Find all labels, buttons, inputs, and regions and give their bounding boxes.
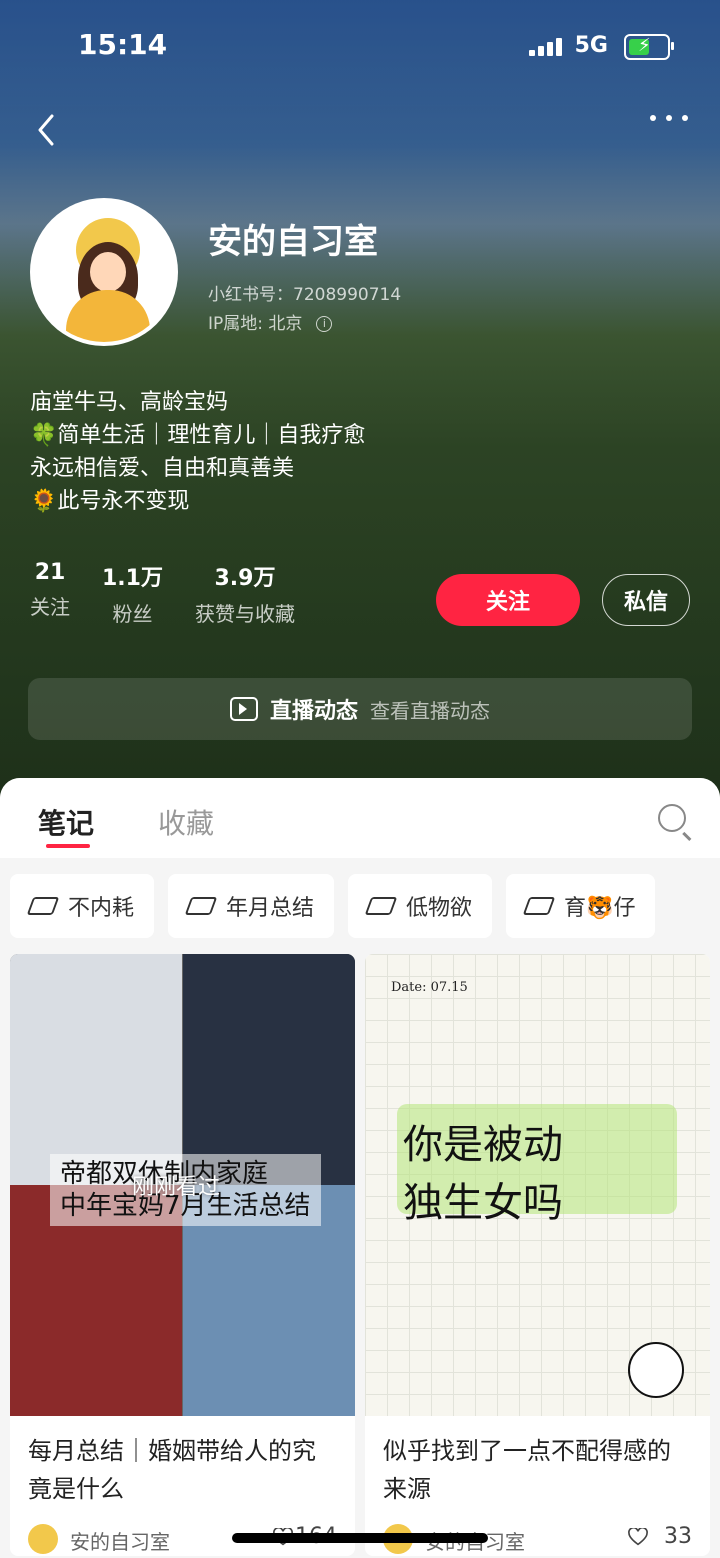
stat-number: 1.1万 <box>102 566 163 591</box>
stat-number: 3.9万 <box>214 566 276 591</box>
tab-bar: 笔记 收藏 <box>0 778 720 858</box>
ip-location: IP属地: 北京 i <box>208 309 333 334</box>
back-icon[interactable] <box>30 110 70 150</box>
handwriting-line: 你是被动 <box>403 1122 563 1168</box>
content-panel: 笔记 收藏 不内耗 年月总结 低物欲 育🐯仔 帝都双休制内家庭 中年宝妈7月生活… <box>0 778 720 1558</box>
recently-viewed-label: 刚刚看过 <box>132 1175 221 1200</box>
live-camera-icon <box>229 697 258 721</box>
heart-icon[interactable] <box>628 1528 648 1546</box>
message-button[interactable]: 私信 <box>602 574 690 626</box>
stat-number: 21 <box>34 560 66 585</box>
stat-followers[interactable]: 1.1万 粉丝 <box>102 560 163 627</box>
live-subtitle: 查看直播动态 <box>370 698 490 723</box>
profile-page: 15:14 5G ⚡ 安的自习室 小红书号：7208990714 IP属地: 北… <box>0 0 720 1558</box>
note-card[interactable]: Date: 07.15 你是被动 独生女吗 似乎找到了一点不配得感的来源 安的自… <box>365 954 710 1556</box>
layers-icon <box>522 897 556 915</box>
chip-label: 年月总结 <box>226 896 315 921</box>
note-title: 似乎找到了一点不配得感的来源 <box>383 1437 671 1503</box>
more-icon[interactable] <box>650 115 688 121</box>
follow-button[interactable]: 关注 <box>436 574 580 626</box>
chip-collection[interactable]: 低物欲 <box>348 874 493 938</box>
collection-chips: 不内耗 年月总结 低物欲 育🐯仔 <box>10 874 656 938</box>
bio-line: 🍀简单生活｜理性育儿｜自我疗愈 <box>30 423 366 448</box>
tab-underline <box>46 844 90 848</box>
handwriting-line: 独生女吗 <box>403 1180 563 1226</box>
note-cover-image: 帝都双休制内家庭 中年宝妈7月生活总结 刚刚看过 <box>10 954 355 1416</box>
chip-label: 不内耗 <box>68 896 135 921</box>
avatar[interactable] <box>30 198 178 346</box>
layers-icon <box>184 897 218 915</box>
live-title: 直播动态 <box>269 699 358 724</box>
bio-line: 庙堂牛马、高龄宝妈 <box>30 390 229 415</box>
author-name: 安的自习室 <box>70 1530 170 1554</box>
note-card[interactable]: 帝都双休制内家庭 中年宝妈7月生活总结 刚刚看过 每月总结｜婚姻带给人的究竟是什… <box>10 954 355 1556</box>
battery-icon: ⚡ <box>624 34 674 60</box>
chip-collection[interactable]: 不内耗 <box>10 874 155 938</box>
status-time: 15:14 <box>78 28 168 61</box>
home-indicator[interactable] <box>232 1533 488 1543</box>
bio: 庙堂牛马、高龄宝妈 🍀简单生活｜理性育儿｜自我疗愈 永远相信爱、自由和真善美 🌻… <box>30 386 365 518</box>
redbook-id: 小红书号：7208990714 <box>208 285 402 305</box>
layers-icon <box>364 897 398 915</box>
stat-label: 粉丝 <box>112 602 153 626</box>
author-avatar <box>28 1524 58 1554</box>
bio-line: 永远相信爱、自由和真善美 <box>30 456 295 481</box>
smiley-icon <box>628 1342 684 1398</box>
info-icon[interactable]: i <box>316 316 333 332</box>
profile-stats: 21 关注 1.1万 粉丝 3.9万 获赞与收藏 <box>30 560 327 627</box>
stat-label: 获赞与收藏 <box>194 602 295 626</box>
network-label: 5G <box>574 33 608 58</box>
notes-grid: 帝都双休制内家庭 中年宝妈7月生活总结 刚刚看过 每月总结｜婚姻带给人的究竟是什… <box>10 954 710 1556</box>
tab-notes[interactable]: 笔记 <box>38 802 94 842</box>
profile-name: 安的自习室 <box>208 222 378 262</box>
search-icon[interactable] <box>658 804 686 832</box>
ip-location-text: IP属地: 北京 <box>208 314 303 334</box>
stat-following[interactable]: 21 关注 <box>30 560 70 627</box>
chip-label: 育🐯仔 <box>564 896 636 921</box>
chip-label: 低物欲 <box>406 896 473 921</box>
note-title: 每月总结｜婚姻带给人的究竟是什么 <box>28 1437 316 1503</box>
status-bar: 15:14 5G ⚡ <box>0 28 720 68</box>
stat-likes[interactable]: 3.9万 获赞与收藏 <box>195 560 295 627</box>
tab-collections[interactable]: 收藏 <box>158 802 214 842</box>
stat-label: 关注 <box>30 595 70 619</box>
chip-collection[interactable]: 育🐯仔 <box>506 874 656 938</box>
note-cover-image: Date: 07.15 你是被动 独生女吗 <box>365 954 710 1416</box>
cover-date: Date: 07.15 <box>391 980 468 995</box>
like-count: 33 <box>664 1524 692 1549</box>
cover-handwriting: 你是被动 独生女吗 <box>403 1116 563 1232</box>
chip-collection[interactable]: 年月总结 <box>168 874 335 938</box>
signal-icon <box>529 38 562 56</box>
layers-icon <box>26 897 60 915</box>
bio-line: 🌻此号永不变现 <box>30 489 190 514</box>
live-updates-bar[interactable]: 直播动态 查看直播动态 <box>28 678 692 740</box>
